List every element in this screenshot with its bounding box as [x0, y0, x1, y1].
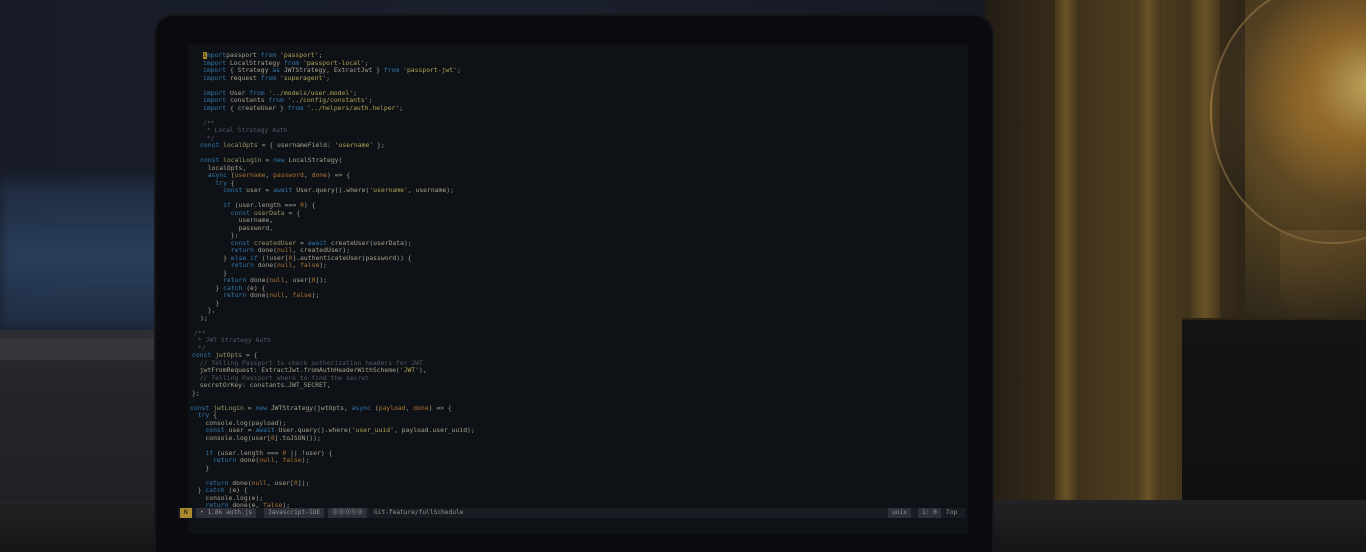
- code-token: null: [269, 276, 285, 284]
- code-token: 'username': [369, 186, 408, 194]
- code-token: JWTStrategy(jwtOpts,: [270, 403, 352, 412]
- code-token: jwtLogin: [213, 403, 248, 412]
- code-token: await: [273, 186, 297, 194]
- code-token: );: [200, 313, 208, 322]
- code-line: import request from 'superagent';: [203, 73, 330, 83]
- code-token: null: [276, 261, 293, 269]
- code-token: = {: [288, 208, 301, 217]
- code-line: const localOpts = { usernameField: 'user…: [200, 141, 385, 150]
- scroll-position: Top: [946, 509, 958, 516]
- code-line: const jwtLogin = new JWTStrategy(jwtOpts…: [190, 403, 452, 413]
- code-token: , payload.user_uuid);: [393, 426, 475, 434]
- code-token: ,: [303, 171, 312, 179]
- file-format: unix: [888, 508, 911, 518]
- code-token: };: [192, 388, 200, 397]
- code-line: console.log(user[0].toJSON());: [190, 433, 321, 443]
- code-token: request: [229, 73, 261, 82]
- code-token: , username);: [407, 186, 454, 194]
- code-token: null: [269, 291, 285, 299]
- sill-edge: [0, 338, 180, 360]
- code-token: done(: [257, 261, 277, 269]
- code-token: false: [300, 261, 320, 269]
- code-token: 'user_uuid': [351, 426, 394, 434]
- code-token: ].toJSON());: [274, 433, 321, 442]
- code-token: ]);: [315, 276, 328, 284]
- code-token: ;: [326, 73, 330, 82]
- code-line: const user = await User.query().where('u…: [200, 186, 454, 195]
- code-token: null: [251, 478, 267, 487]
- code-token: * Local Strategy Auth: [203, 126, 288, 134]
- code-token: 'JWT': [399, 366, 420, 374]
- code-line: };: [192, 388, 200, 398]
- code-token: ]);: [297, 478, 310, 487]
- code-line: import { createUser } from '../helpers/a…: [203, 103, 404, 113]
- mode-indicator: N: [180, 508, 192, 518]
- code-token: false: [282, 456, 302, 464]
- code-line: }: [190, 463, 210, 473]
- code-editor: importpassport from 'passport'; import Lo…: [188, 52, 958, 514]
- code-token: from: [260, 73, 280, 82]
- code-token: ) => {: [327, 171, 351, 179]
- code-token: 'superagent': [279, 73, 327, 82]
- code-token: );: [311, 291, 320, 299]
- code-line: * Local Strategy Auth: [203, 126, 288, 135]
- code-token: ) {: [303, 201, 316, 209]
- code-line: );: [200, 313, 208, 323]
- code-token: password: [273, 171, 304, 179]
- code-token: from: [287, 103, 307, 112]
- code-token: secretOrKey: constants.JWT_SECRET,: [192, 381, 331, 389]
- frame-bar: [1135, 0, 1161, 500]
- code-token: LocalStrategy(: [288, 156, 343, 164]
- code-token: };: [377, 141, 385, 149]
- code-token: { createUser }: [229, 103, 288, 112]
- code-token: ;: [399, 103, 404, 112]
- code-token: =: [265, 156, 274, 164]
- code-token: done(: [240, 456, 260, 464]
- code-token: ),: [419, 366, 427, 374]
- code-token: false: [292, 291, 312, 299]
- photo-scene: importpassport from 'passport'; import Lo…: [0, 0, 1366, 552]
- code-token: import: [203, 73, 230, 82]
- code-token: done: [413, 403, 429, 412]
- code-token: const: [200, 186, 247, 194]
- code-token: null: [259, 456, 275, 464]
- code-token: ,: [265, 171, 274, 179]
- cursor-position: 1: 0: [918, 508, 941, 518]
- file-info: • 1.8k auth.js: [196, 508, 257, 518]
- code-token: import: [203, 103, 230, 112]
- code-token: username: [234, 171, 266, 179]
- code-token: localOpts: [223, 141, 262, 149]
- code-token: , user[: [284, 276, 312, 284]
- code-token: , user[: [266, 478, 294, 487]
- code-token: );: [301, 456, 310, 464]
- code-token: async: [351, 403, 375, 412]
- code-token: 'username': [334, 141, 378, 149]
- git-branch: Git-feature/fullSchedule: [374, 509, 464, 516]
- code-token: User.query().where(: [296, 186, 370, 194]
- filetype-label: Javascript-IDE: [264, 508, 325, 518]
- code-token: ,: [292, 261, 301, 269]
- code-line: secretOrKey: constants.JWT_SECRET,: [192, 381, 331, 390]
- code-token: 'passport-jwt': [403, 66, 457, 74]
- code-token: from: [383, 66, 404, 74]
- code-token: ;: [456, 66, 461, 74]
- code-token: const: [200, 141, 224, 149]
- code-token: = { usernameField:: [261, 141, 335, 149]
- code-token: new: [255, 403, 271, 412]
- code-token: done(: [250, 291, 270, 299]
- code-token: );: [319, 261, 328, 269]
- blurred-window: [0, 180, 170, 330]
- code-token: new: [273, 156, 289, 164]
- code-token: '../helpers/auth.helper': [306, 103, 400, 112]
- code-token: ) => {: [428, 403, 452, 412]
- bulb-neck: [1280, 230, 1366, 320]
- code-token: payload: [378, 403, 406, 412]
- progress-indicator: ⓪⓪⓪⓪⓪: [328, 508, 367, 518]
- code-token: }: [190, 463, 210, 472]
- frame-bar: [1055, 0, 1077, 500]
- code-token: console.log(user[: [190, 433, 271, 442]
- code-token: done: [311, 171, 327, 179]
- editor-statusbar: N • 1.8k auth.js Javascript-IDE ⓪⓪⓪⓪⓪ Gi…: [178, 508, 966, 518]
- code-token: user =: [246, 186, 274, 194]
